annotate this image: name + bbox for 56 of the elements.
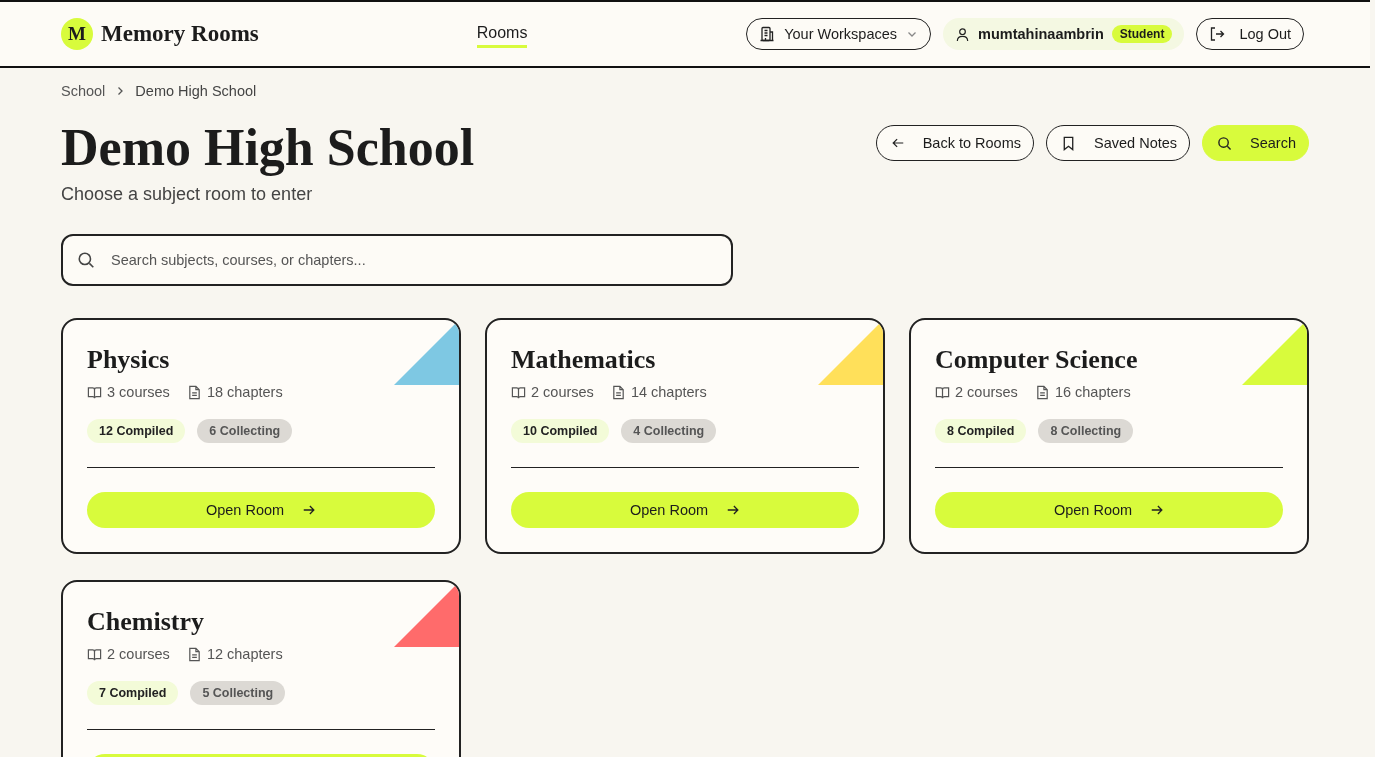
logo-badge[interactable]: M — [61, 18, 93, 50]
search-button[interactable]: Search — [1202, 125, 1309, 161]
course-count: 2 courses — [531, 384, 594, 400]
open-room-button[interactable]: Open Room — [935, 492, 1283, 528]
course-count: 2 courses — [955, 384, 1018, 400]
arrow-right-icon — [1150, 503, 1165, 517]
building-icon — [759, 26, 776, 42]
page-subtitle: Choose a subject room to enter — [61, 183, 314, 206]
arrow-right-icon — [726, 503, 741, 517]
workspaces-dropdown[interactable]: Your Workspaces — [746, 18, 932, 50]
course-count: 3 courses — [107, 384, 170, 400]
role-badge: Student — [1111, 25, 1173, 43]
book-icon — [511, 384, 526, 400]
compiled-badge: 8 Compiled — [935, 419, 1027, 443]
saved-button[interactable]: Saved Notes — [1046, 125, 1191, 161]
open-room-button[interactable]: Open Room — [511, 492, 859, 528]
breadcrumb-link[interactable]: School — [61, 83, 106, 99]
course-count: 2 courses — [107, 646, 170, 662]
open-room-button[interactable]: Open Room — [87, 492, 435, 528]
brand-name[interactable]: Memory Rooms — [101, 21, 259, 47]
chapter-count: 18 chapters — [206, 384, 283, 400]
search-icon — [1217, 135, 1233, 151]
room-name: Computer Science — [935, 344, 1139, 376]
collecting-badge: 5 Collecting — [190, 681, 286, 705]
username: mumtahinaambrin — [978, 26, 1104, 42]
document-icon — [1034, 384, 1050, 400]
document-icon — [610, 384, 626, 400]
collecting-badge: 4 Collecting — [621, 419, 717, 443]
book-icon — [935, 384, 950, 400]
nav-link[interactable]: Rooms — [476, 20, 528, 48]
search-field[interactable]: Search subjects, courses, or chapters... — [61, 234, 733, 286]
room-name: Chemistry — [87, 606, 205, 638]
compiled-badge: 7 Compiled — [87, 681, 179, 705]
arrow-right-icon — [302, 503, 317, 517]
search-icon — [77, 251, 95, 269]
collecting-badge: 6 Collecting — [197, 419, 293, 443]
compiled-badge: 12 Compiled — [87, 419, 186, 443]
logout-icon — [1209, 26, 1226, 42]
chapter-count: 14 chapters — [630, 384, 707, 400]
document-icon — [186, 384, 202, 400]
page-title: Demo High School — [61, 118, 475, 178]
chapter-count: 12 chapters — [206, 646, 283, 662]
room-name: Mathematics — [511, 344, 657, 376]
document-icon — [186, 646, 202, 662]
room-name: Physics — [87, 344, 171, 376]
logout-button[interactable]: Log Out — [1196, 18, 1304, 50]
book-icon — [87, 384, 102, 400]
collecting-badge: 8 Collecting — [1038, 419, 1134, 443]
arrow-left-icon — [890, 136, 905, 150]
compiled-badge: 10 Compiled — [511, 419, 610, 443]
user-icon — [955, 26, 971, 42]
breadcrumb-link[interactable]: Demo High School — [135, 83, 257, 99]
book-icon — [87, 646, 102, 662]
bookmark-icon — [1061, 135, 1076, 151]
back-button[interactable]: Back to Rooms — [875, 125, 1034, 161]
chapter-count: 16 chapters — [1054, 384, 1131, 400]
